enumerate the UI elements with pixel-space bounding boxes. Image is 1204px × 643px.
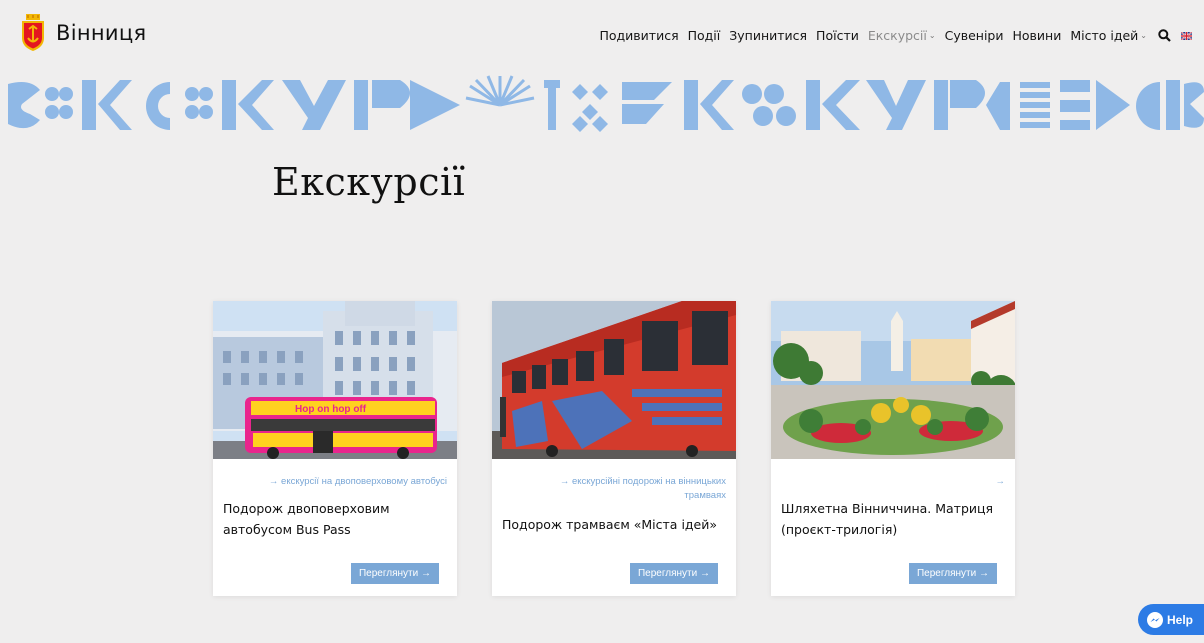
nav-item-events[interactable]: Події (688, 28, 721, 43)
card-category-link[interactable]: → екскурсійні подорожі на вінницьких тра… (516, 475, 726, 503)
card-image-double-decker-bus: Hop on hop off (213, 301, 457, 459)
brand-name: Вінниця (56, 21, 147, 45)
card-category-link[interactable]: → (795, 475, 1006, 489)
nav-item-stay[interactable]: Зупинитися (729, 28, 807, 43)
nav-item-label: Поїсти (816, 28, 859, 43)
nav-item-label: Подивитися (599, 28, 679, 43)
nav-item-label: Сувеніри (944, 28, 1004, 43)
excursion-card-bus[interactable]: Hop on hop off → екскурсії на двоповерхо… (213, 301, 457, 596)
site-logo[interactable]: Вінниця (20, 14, 146, 52)
nav-item-label: Екскурсії (867, 28, 927, 43)
nav-item-label: Зупинитися (729, 28, 808, 43)
nav-item-excursions[interactable]: Екскурсії ⌄ (868, 28, 936, 43)
card-title[interactable]: Шляхетна Вінниччина. Матриця (проєкт-три… (781, 498, 1006, 540)
bus-sign-text: Hop on hop off (295, 404, 367, 415)
nav-item-eat[interactable]: Поїсти (816, 28, 859, 43)
card-image-flowerbed-square (771, 301, 1015, 459)
chevron-down-icon: ⌄ (928, 31, 936, 40)
nav-item-label: Новини (1012, 28, 1062, 43)
excursion-card-vinnychchyna[interactable]: → Шляхетна Вінниччина. Матриця (проєкт-т… (771, 301, 1015, 596)
view-button[interactable]: Переглянути → (629, 563, 718, 584)
chevron-down-icon: ⌄ (1140, 31, 1147, 40)
card-title[interactable]: Подорож трамваєм «Міста ідей» (502, 514, 727, 535)
uk-flag-icon[interactable] (1181, 31, 1192, 40)
card-title[interactable]: Подорож двоповерховим автобусом Bus Pass (223, 498, 448, 540)
search-icon[interactable] (1158, 29, 1171, 42)
page-title: Екскурсії (272, 160, 466, 204)
excursion-card-tram[interactable]: → екскурсійні подорожі на вінницьких тра… (492, 301, 736, 596)
view-button[interactable]: Переглянути → (908, 563, 997, 584)
card-category-link[interactable]: → екскурсії на двоповерховому автобусі (237, 475, 447, 489)
main-nav: Подивитися Події Зупинитися Поїсти Екску… (590, 28, 1192, 43)
nav-item-label: Місто ідей (1070, 28, 1139, 43)
nav-item-label: Події (687, 28, 721, 43)
card-image-tram (492, 301, 736, 459)
nav-item-see[interactable]: Подивитися (599, 28, 678, 43)
help-label: Help (1167, 612, 1194, 627)
site-header: Вінниця Подивитися Події Зупинитися Поїс… (0, 0, 1204, 78)
nav-item-souvenirs[interactable]: Сувеніри (945, 28, 1004, 43)
help-chat-button[interactable]: Help (1138, 604, 1204, 635)
view-button[interactable]: Переглянути → (350, 563, 439, 584)
decorative-pattern-banner (8, 75, 1204, 132)
nav-item-news[interactable]: Новини (1012, 28, 1061, 43)
nav-item-city-of-ideas[interactable]: Місто ідей ⌄ (1070, 28, 1147, 43)
city-coat-of-arms-icon (22, 14, 44, 51)
messenger-icon (1147, 611, 1163, 628)
